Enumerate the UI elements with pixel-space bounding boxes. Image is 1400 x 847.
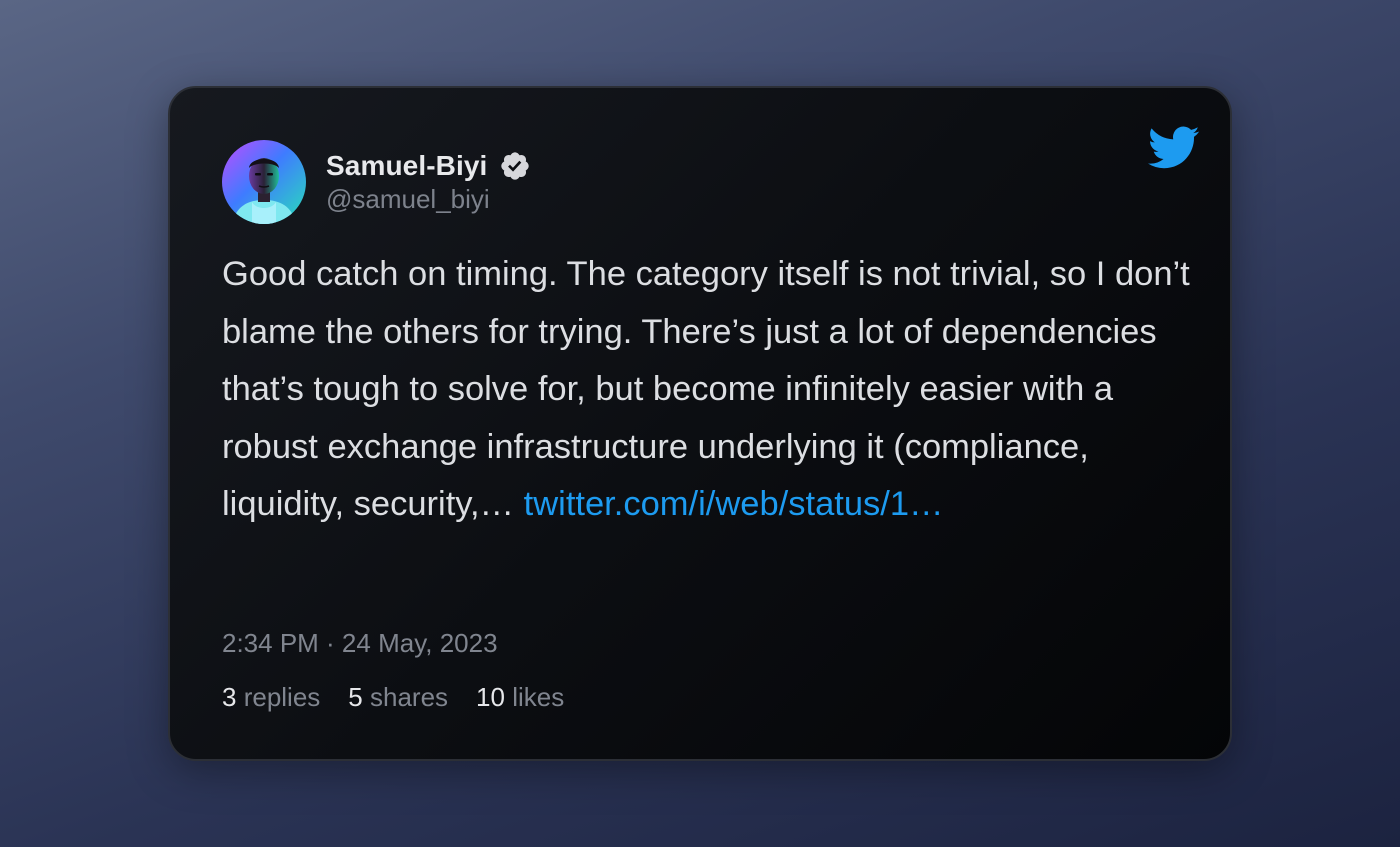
tweet-timestamp[interactable]: 2:34 PM · 24 May, 2023	[222, 628, 498, 659]
verified-badge-icon	[501, 152, 530, 180]
tweet-text: Good catch on timing. The category itsel…	[222, 246, 1202, 534]
likes-stat[interactable]: 10 likes	[476, 682, 564, 713]
tweet-link[interactable]: twitter.com/i/web/status/1…	[524, 476, 944, 534]
replies-count: 3	[222, 682, 237, 712]
tweet-stats: 3 replies 5 shares 10 likes	[222, 682, 592, 713]
author-display-name[interactable]: Samuel-Biyi	[326, 150, 487, 182]
author-handle[interactable]: @samuel_biyi	[326, 184, 490, 215]
twitter-bird-icon[interactable]	[1148, 126, 1200, 170]
likes-count: 10	[476, 682, 505, 712]
shares-label: shares	[370, 682, 449, 712]
author-name-row: Samuel-Biyi	[326, 146, 531, 186]
tweet-card: Samuel-Biyi @samuel_biyi Good catch on t…	[168, 86, 1232, 761]
avatar[interactable]	[222, 140, 306, 224]
shares-count: 5	[348, 682, 363, 712]
profile-photo-icon	[222, 140, 306, 224]
replies-label: replies	[243, 682, 321, 712]
replies-stat[interactable]: 3 replies	[222, 682, 320, 713]
likes-label: likes	[512, 682, 565, 712]
shares-stat[interactable]: 5 shares	[348, 682, 448, 713]
